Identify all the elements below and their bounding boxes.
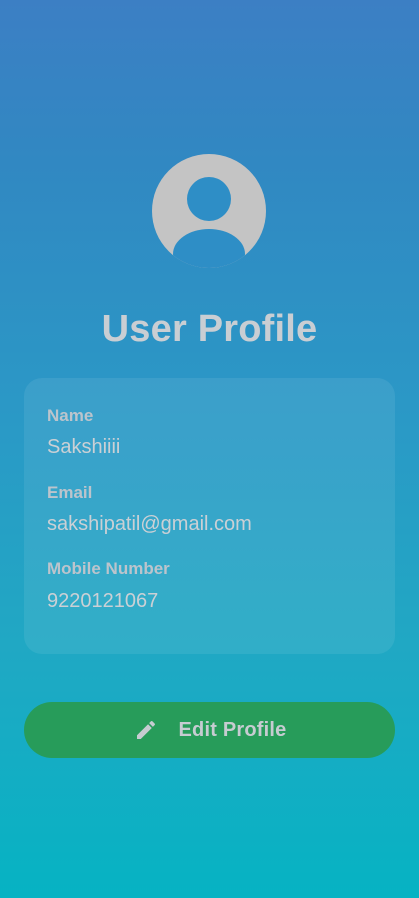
page-title: User Profile xyxy=(101,308,318,350)
profile-screen: User Profile Name Sakshiiii Email sakshi… xyxy=(0,0,419,898)
mobile-value: 9220121067 xyxy=(47,590,159,612)
mobile-label: Mobile Number xyxy=(47,559,170,578)
avatar xyxy=(152,154,266,268)
edit-profile-label: Edit Profile xyxy=(178,718,287,741)
name-label: Name xyxy=(47,406,94,425)
name-value: Sakshiiii xyxy=(47,436,121,458)
edit-profile-button[interactable]: Edit Profile xyxy=(24,702,395,758)
profile-info-card: Name Sakshiiii Email sakshipatil@gmail.c… xyxy=(24,378,395,654)
person-icon xyxy=(173,177,245,268)
email-label: Email xyxy=(47,483,93,502)
pencil-icon xyxy=(133,717,159,743)
email-value: sakshipatil@gmail.com xyxy=(47,513,252,535)
